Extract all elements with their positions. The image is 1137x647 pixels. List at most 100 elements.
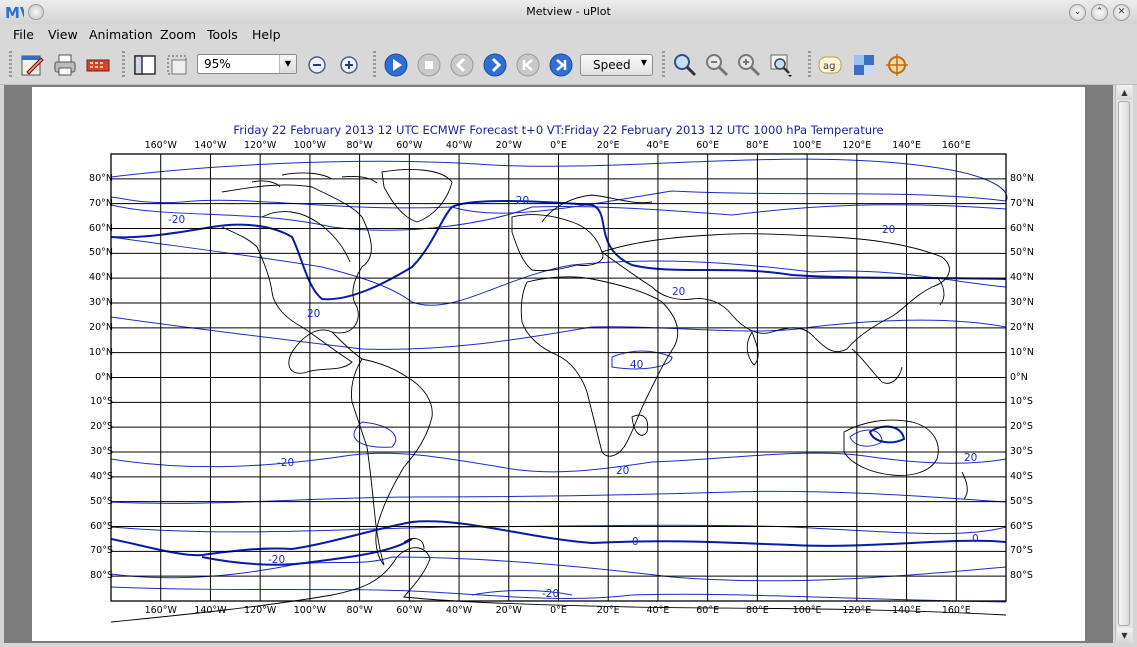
- latitude-label-right: 20°S: [1010, 421, 1033, 433]
- select-area-icon[interactable]: [164, 52, 190, 78]
- speed-chevron-icon: ▼: [640, 58, 647, 67]
- zoom-out-icon[interactable]: [304, 52, 330, 78]
- toolbar-grip-3[interactable]: [373, 51, 376, 79]
- last-icon[interactable]: [548, 52, 574, 78]
- edit-icon[interactable]: [19, 52, 45, 78]
- zoom-in-icon[interactable]: [336, 52, 362, 78]
- next-icon[interactable]: [482, 52, 508, 78]
- longitude-label-top: 140°E: [892, 140, 921, 151]
- stop-icon[interactable]: [416, 52, 442, 78]
- scroll-thumb[interactable]: [1118, 101, 1130, 626]
- toolbar-grip-2[interactable]: [122, 51, 125, 79]
- longitude-label-bottom: 80°W: [346, 605, 373, 616]
- latitude-label-left: 40°N: [89, 272, 113, 284]
- menu-help-label: Help: [252, 27, 281, 42]
- longitude-label-top: 120°W: [244, 140, 277, 151]
- menu-file[interactable]: File: [13, 27, 34, 42]
- latitude-label-left: 60°S: [90, 520, 113, 532]
- menu-tools-label: Tools: [207, 27, 238, 42]
- longitude-label-top: 140°W: [194, 140, 227, 151]
- sidebar-icon[interactable]: [132, 52, 158, 78]
- play-icon[interactable]: [383, 52, 409, 78]
- longitude-label-top: 80°E: [745, 140, 769, 151]
- export-icon[interactable]: [85, 52, 111, 78]
- menu-zoom[interactable]: Zoom: [160, 27, 196, 42]
- zoom-level-select[interactable]: 95% ▼: [197, 54, 297, 74]
- contour-label: -20: [277, 457, 295, 469]
- latitude-label-left: 70°N: [89, 197, 113, 209]
- menu-tools[interactable]: Tools: [207, 27, 238, 42]
- text-label-icon[interactable]: ag: [817, 52, 843, 78]
- window-title: Metview - uPlot: [526, 5, 611, 18]
- speed-button[interactable]: Speed ▼: [580, 54, 653, 76]
- latitude-label-right: 30°S: [1010, 446, 1033, 457]
- latitude-label-right: 20°N: [1010, 321, 1034, 333]
- longitude-label-top: 40°E: [646, 140, 670, 151]
- latitude-label-right: 60°N: [1010, 222, 1034, 234]
- toolbar-grip-4[interactable]: [662, 51, 665, 79]
- svg-text:ag: ag: [823, 61, 835, 72]
- latitude-label-right: 0°N: [1010, 371, 1028, 383]
- world-map[interactable]: [32, 87, 1085, 641]
- longitude-label-top: 160°W: [144, 140, 177, 151]
- latitude-label-right: 50°N: [1010, 247, 1034, 259]
- print-icon[interactable]: [52, 52, 78, 78]
- longitude-label-top: 80°W: [346, 140, 373, 151]
- minimize-icon[interactable]: ⌄: [1069, 4, 1086, 21]
- longitude-label-bottom: 20°E: [596, 605, 620, 616]
- longitude-label-bottom: 60°E: [696, 605, 720, 616]
- latitude-label-right: 70°S: [1010, 545, 1033, 557]
- contour-label: -20: [168, 214, 186, 226]
- zoom-out-magnifier-icon[interactable]: [704, 52, 730, 78]
- toolbar-grip[interactable]: [9, 51, 12, 79]
- latitude-label-right: 50°S: [1010, 495, 1033, 507]
- menu-help[interactable]: Help: [252, 27, 281, 42]
- maximize-icon[interactable]: ⌃: [1091, 4, 1108, 21]
- close-icon[interactable]: ✕: [1113, 4, 1130, 21]
- toolbar-grip-5[interactable]: [808, 51, 811, 79]
- longitude-label-bottom: 20°W: [495, 605, 522, 616]
- contour-label: -20: [512, 195, 530, 207]
- zoom-area-icon[interactable]: [768, 52, 794, 78]
- longitude-label-bottom: 100°E: [792, 605, 822, 616]
- longitude-label-top: 160°E: [941, 140, 971, 151]
- vertical-scrollbar[interactable]: ▲ ▼: [1115, 85, 1133, 643]
- longitude-label-top: 100°W: [293, 140, 327, 151]
- longitude-label-bottom: 140°W: [194, 605, 227, 616]
- latitude-label-left: 80°N: [89, 172, 113, 184]
- latitude-label-right: 60°S: [1010, 520, 1033, 532]
- longitude-label-top: 60°W: [396, 140, 423, 151]
- latitude-label-right: 30°N: [1010, 297, 1034, 308]
- menu-view[interactable]: View: [48, 27, 78, 42]
- menu-animation-label: Animation: [89, 27, 153, 42]
- plot-page[interactable]: Friday 22 February 2013 12 UTC ECMWF For…: [32, 87, 1085, 641]
- grid-icon[interactable]: [851, 52, 877, 78]
- scroll-up-icon[interactable]: ▲: [1117, 85, 1132, 100]
- cursor-data-icon[interactable]: [884, 52, 910, 78]
- longitude-label-top: 20°W: [495, 140, 522, 151]
- longitude-label-top: 60°E: [696, 140, 720, 151]
- previous-icon[interactable]: [449, 52, 475, 78]
- chevron-down-icon[interactable]: ▼: [279, 55, 296, 73]
- longitude-label-bottom: 40°E: [646, 605, 670, 616]
- contour-label: 40: [630, 359, 644, 371]
- latitude-label-left: 50°S: [90, 495, 113, 507]
- magnifier-icon[interactable]: [672, 52, 698, 78]
- first-icon[interactable]: [515, 52, 541, 78]
- longitude-label-bottom: 160°E: [941, 605, 971, 616]
- scroll-down-icon[interactable]: ▼: [1117, 628, 1132, 643]
- latitude-label-right: 70°N: [1010, 197, 1034, 209]
- plot-area: Friday 22 February 2013 12 UTC ECMWF For…: [4, 85, 1113, 643]
- menu-bar: File View Animation Zoom Tools Help: [0, 24, 1137, 45]
- contour-label: 20: [882, 224, 896, 236]
- menu-view-label: View: [48, 27, 78, 42]
- latitude-label-right: 80°S: [1010, 570, 1033, 582]
- zoom-in-magnifier-icon[interactable]: [736, 52, 762, 78]
- longitude-label-bottom: 120°W: [244, 605, 277, 616]
- lat-lon-grid: [110, 153, 1007, 602]
- longitude-label-top: 20°E: [596, 140, 620, 151]
- latitude-label-right: 10°N: [1010, 346, 1034, 358]
- menu-animation[interactable]: Animation: [89, 27, 153, 42]
- contour-label: -20: [542, 588, 560, 600]
- contour-label: 20: [307, 308, 321, 320]
